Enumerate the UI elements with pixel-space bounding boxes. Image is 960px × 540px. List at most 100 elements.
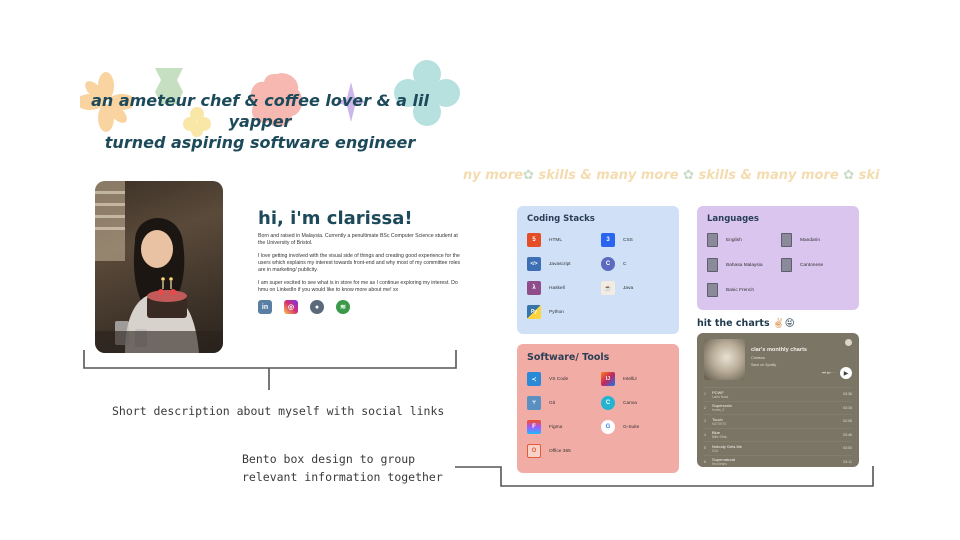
google-icon: G [601, 420, 615, 434]
save-on-spotify-link[interactable]: Save on Spotify [751, 363, 807, 367]
book-icon [707, 258, 718, 272]
marquee-text-3: skills & many more [694, 168, 844, 183]
table-row[interactable]: 1 PCWF Lanto Nosa 03:36 [704, 387, 852, 401]
track-artist: SZA [712, 448, 719, 453]
spotify-playlist-embed[interactable]: clar's monthly charts Clarissa Save on S… [697, 333, 859, 467]
playback-controls[interactable]: ⏮ ⏭ ··· [822, 371, 835, 375]
language-label: Mandarin [800, 237, 820, 243]
list-item: 5 HTML [527, 230, 595, 250]
language-label: Cantonese [800, 262, 824, 268]
tool-label: G-Suite [623, 424, 640, 430]
marquee-text-2: skills & many more [533, 168, 684, 183]
table-row[interactable]: 6 Supernatural NewJeans 03:11 [704, 454, 852, 468]
software-tools-box: Software/ Tools ≺ VS Code IJ IntelliJ ⑂ Git… [517, 344, 679, 473]
skills-marquee: ny more✿ skills & many more ✿ skills & m… [463, 168, 908, 188]
languages-title: Languages [707, 214, 759, 224]
track-artist: KATSEYE [712, 421, 727, 426]
flower-icon: ✿ [683, 168, 694, 183]
bento-caption-line-2: relevant information together [242, 470, 443, 484]
table-row[interactable]: 3 Touch KATSEYE 02:06 [704, 414, 852, 428]
track-artist: fromis_9 [712, 408, 725, 413]
vscode-icon: ≺ [527, 372, 541, 386]
language-label: Bahasa Malaysia [726, 262, 763, 268]
track-artist: Lanto Nosa [712, 394, 729, 399]
track-duration: 03:00 [843, 446, 852, 451]
git-branch-icon: ⑂ [527, 396, 541, 410]
intro-paragraph-2: I love getting involved with the visual … [258, 253, 461, 273]
spotify-icon[interactable]: ≋ [336, 300, 350, 314]
list-item: 3 CSS [601, 230, 669, 250]
list-item: English [707, 230, 775, 250]
intellij-icon: IJ [601, 372, 615, 386]
tool-label: Canva [623, 400, 637, 406]
language-label: Basic French [726, 287, 754, 293]
instagram-icon[interactable]: ◎ [284, 300, 298, 314]
list-item: Mandarin [781, 230, 849, 250]
play-icon[interactable]: ▶ [840, 367, 852, 379]
software-tools-title: Software/ Tools [527, 352, 610, 363]
flower-icon: ✿ [522, 168, 534, 183]
list-item: Bahasa Malaysia [707, 255, 775, 275]
intro-paragraph-3: I am super excited to see what is in sto… [258, 280, 458, 293]
description-caption: Short description about myself with soci… [112, 404, 445, 418]
track-number: 5 [704, 446, 706, 451]
intro-paragraph-1: Born and raised in Malaysia. Currently a… [258, 233, 458, 246]
track-duration: 02:06 [843, 419, 852, 424]
languages-list: English Mandarin Bahasa Malaysia Cantone… [707, 230, 849, 300]
spotify-icon[interactable] [845, 339, 852, 346]
profile-photo [95, 181, 223, 353]
skill-label: CSS [623, 237, 633, 243]
list-item: ☕ Java [601, 278, 669, 298]
skill-label: Python [549, 309, 564, 315]
bento-caption-line-1: Bento box design to group [242, 452, 416, 466]
canva-icon: C [601, 396, 615, 410]
skill-label: Haskell [549, 285, 565, 291]
list-item: ⑂ Git [527, 393, 595, 413]
track-duration: 03:11 [843, 459, 852, 464]
language-label: English [726, 237, 742, 243]
book-icon [707, 233, 718, 247]
profile-photo-illustration [95, 181, 223, 353]
python-icon: Py [527, 305, 541, 319]
css3-icon: 3 [601, 233, 615, 247]
book-icon [707, 283, 718, 297]
track-number: 3 [704, 419, 706, 424]
tool-label: VS Code [549, 376, 569, 382]
table-row[interactable]: 5 Nobody Gets Me SZA 03:00 [704, 441, 852, 455]
office-icon: O [527, 444, 541, 458]
list-item: </> Javascript [527, 254, 595, 274]
flower-icon: ✿ [843, 168, 855, 183]
figma-icon: F [527, 420, 541, 434]
tagline-line-1: an ameteur chef & coffee lover & a lil y… [91, 91, 429, 131]
intro-section: hi, i'm clarissa! Born and raised in Mal… [258, 208, 463, 314]
playlist-header: clar's monthly charts Clarissa Save on S… [697, 333, 859, 385]
track-duration: 03:16 [843, 405, 852, 410]
profile-bracket [83, 350, 457, 390]
java-icon: ☕ [601, 281, 615, 295]
linkedin-icon[interactable]: in [258, 300, 272, 314]
table-row[interactable]: 4 Blue Billie Eilish 03:46 [704, 427, 852, 442]
marquee-text-4: ski [854, 168, 880, 183]
table-row[interactable]: 2 Supersonic fromis_9 03:16 [704, 400, 852, 415]
html5-icon: 5 [527, 233, 541, 247]
track-duration: 03:36 [843, 392, 852, 397]
list-item: Cantonese [781, 255, 849, 275]
github-icon[interactable]: ● [310, 300, 324, 314]
tool-label: IntelliJ [623, 376, 637, 382]
playlist-cover[interactable] [704, 339, 745, 380]
tagline: an ameteur chef & coffee lover & a lil y… [60, 90, 460, 153]
list-item: G G-Suite [601, 417, 669, 437]
track-artist: NewJeans [712, 462, 727, 467]
software-tools-list: ≺ VS Code IJ IntelliJ ⑂ Git C Canva F Figma G… [527, 369, 669, 461]
skill-label: HTML [549, 237, 563, 243]
playlist-title[interactable]: clar's monthly charts [751, 347, 807, 353]
skill-label: C [623, 261, 627, 267]
skill-label: Java [623, 285, 634, 291]
track-list: 1 PCWF Lanto Nosa 03:36 2 Supersonic fromis_9… [697, 385, 859, 467]
playlist-owner[interactable]: Clarissa [751, 356, 807, 360]
tool-label: Git [549, 400, 556, 406]
book-icon [781, 233, 792, 247]
intro-heading: hi, i'm clarissa! [258, 208, 413, 229]
c-language-icon: C [601, 257, 615, 271]
list-item: F Figma [527, 417, 595, 437]
